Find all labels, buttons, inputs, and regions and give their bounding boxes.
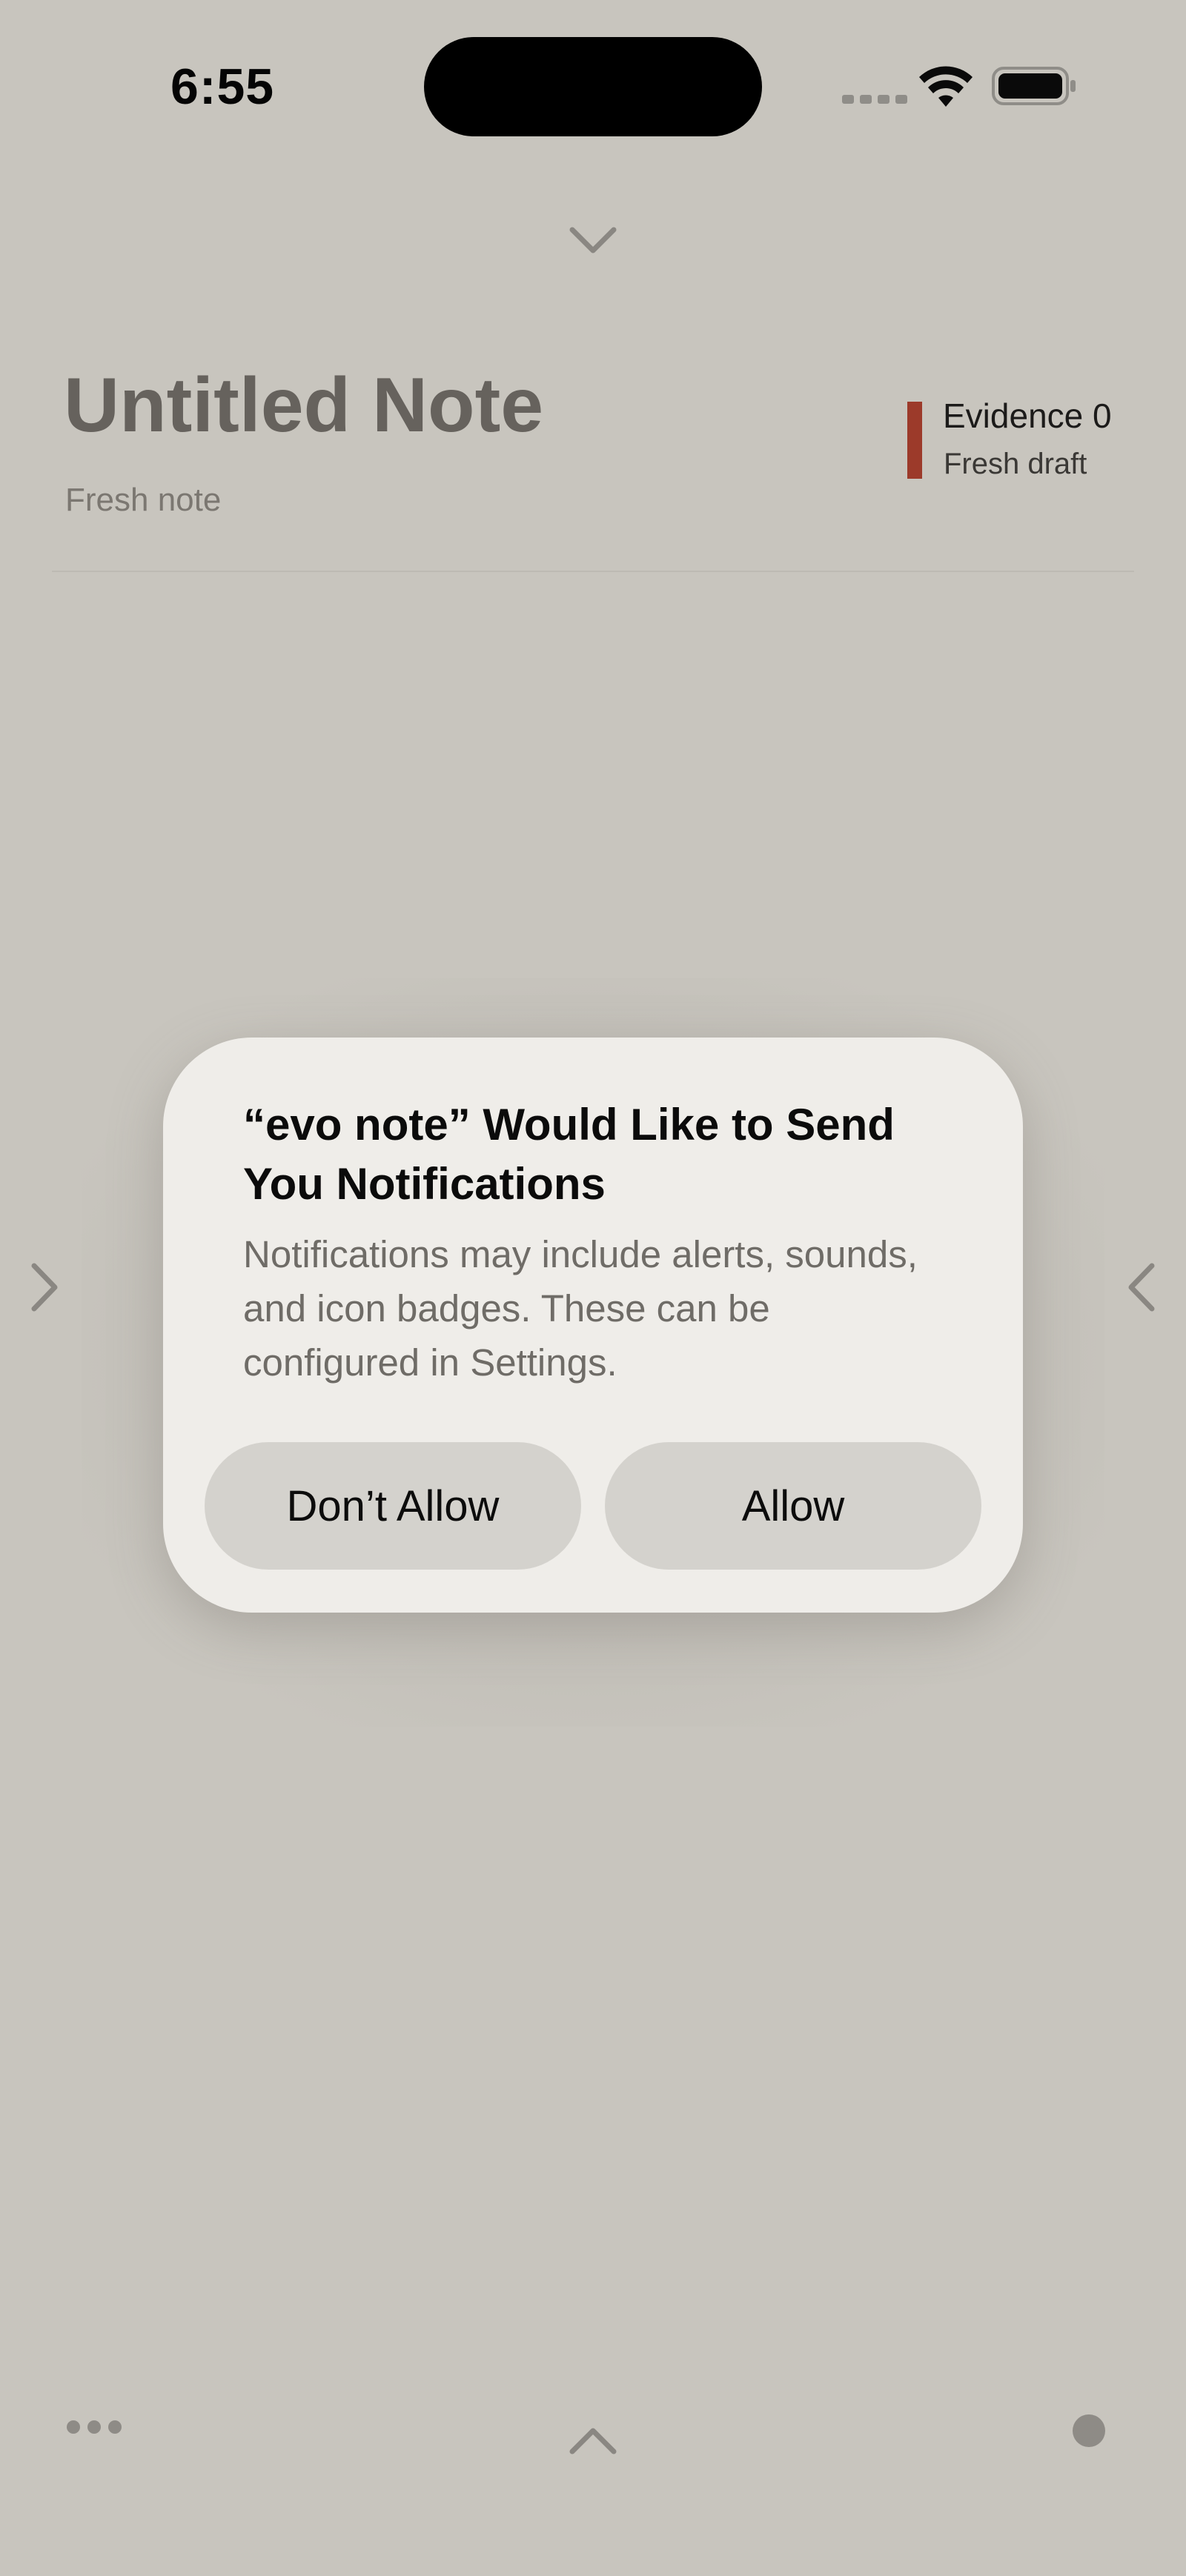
signal-dots-icon [842, 95, 907, 104]
header-divider [52, 571, 1134, 572]
dont-allow-button[interactable]: Don’t Allow [205, 1442, 581, 1570]
status-time: 6:55 [170, 59, 275, 115]
note-subtitle: Fresh note [65, 482, 222, 518]
chevron-right-icon[interactable] [28, 1260, 61, 1315]
more-icon[interactable] [67, 2420, 122, 2434]
note-title[interactable]: Untitled Note [64, 362, 543, 450]
chevron-left-icon[interactable] [1125, 1260, 1158, 1315]
wifi-icon [919, 66, 973, 107]
dynamic-island [424, 37, 762, 136]
dialog-title: “evo note” Would Like to Send You Notifi… [243, 1100, 895, 1209]
evidence-status: Fresh draft [944, 448, 1087, 480]
evidence-accent-bar [907, 402, 922, 479]
allow-button[interactable]: Allow [605, 1442, 981, 1570]
notification-permission-dialog: “evo note” Would Like to Send You Notifi… [163, 1038, 1023, 1613]
chevron-down-icon[interactable] [566, 222, 620, 259]
evidence-count: Evidence 0 [943, 396, 1112, 435]
app-screen: 6:55 Untitled Note Fresh note Evidence 0… [0, 0, 1186, 2576]
battery-icon [992, 67, 1076, 105]
chevron-up-icon[interactable] [566, 2423, 620, 2457]
dot-icon[interactable] [1073, 2414, 1105, 2447]
dialog-message: Notifications may include alerts, sounds… [243, 1233, 918, 1384]
